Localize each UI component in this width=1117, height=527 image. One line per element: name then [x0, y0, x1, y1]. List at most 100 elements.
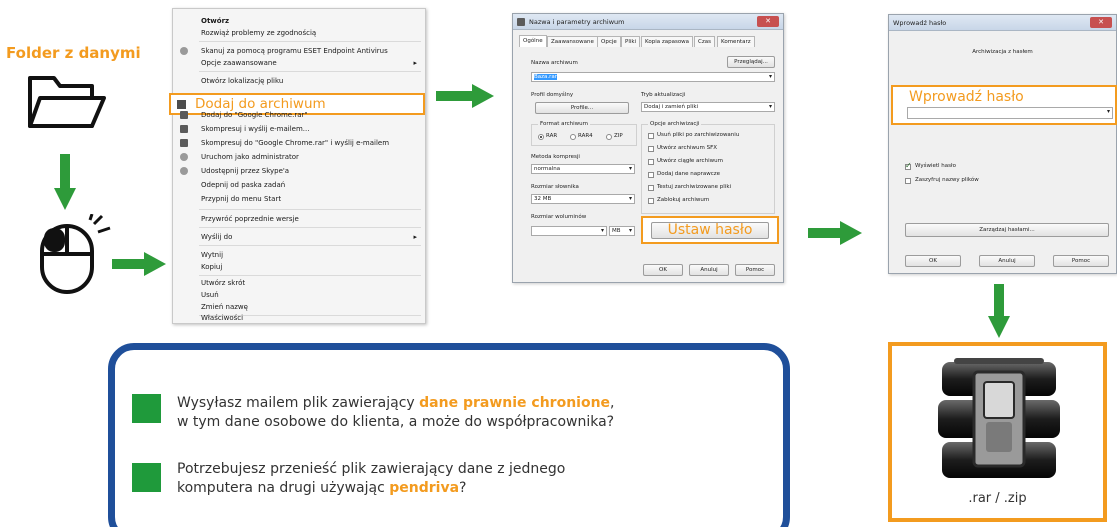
- tab-general[interactable]: Ogólne: [519, 35, 547, 47]
- ok-button[interactable]: OK: [643, 264, 683, 276]
- options-group: Opcje archiwizacji Usuń pliki po zarchiw…: [641, 121, 775, 214]
- menu-item-open-location[interactable]: Otwórz lokalizację pliku: [173, 75, 425, 87]
- arrow-down-icon: [54, 154, 76, 210]
- menu-item-send-to[interactable]: Wyślij do ▸: [173, 231, 425, 243]
- format-zip-radio[interactable]: [606, 134, 612, 140]
- format-rar4-radio[interactable]: [570, 134, 576, 140]
- profiles-button[interactable]: Profile...: [535, 102, 629, 114]
- menu-item-advanced-options[interactable]: Opcje zaawansowane ▸: [173, 57, 425, 69]
- archive-name-field[interactable]: Baza.rar: [531, 72, 775, 82]
- menu-item-unpin-taskbar[interactable]: Odepnij od paska zadań: [173, 179, 425, 191]
- tab-advanced[interactable]: Zaawansowane: [547, 36, 598, 47]
- menu-item-compress-rar-email[interactable]: Skompresuj do "Google Chrome.rar" i wyśl…: [173, 137, 425, 149]
- option-checkbox[interactable]: [648, 146, 654, 152]
- format-rar-radio[interactable]: [538, 134, 544, 140]
- encrypt-names-label: Zaszyfruj nazwy plików: [915, 177, 979, 183]
- archive-name-label: Nazwa archiwum: [531, 60, 578, 66]
- menu-item-troubleshoot[interactable]: Rozwiąż problemy ze zgodnością: [173, 27, 425, 39]
- ok-button[interactable]: OK: [905, 255, 961, 267]
- password-field-highlight: Wprowadź hasło: [891, 85, 1117, 125]
- menu-item-restore-versions[interactable]: Przywróć poprzednie wersje: [173, 213, 425, 225]
- help-button[interactable]: Pomoc: [1053, 255, 1109, 267]
- set-password-button[interactable]: Ustaw hasło: [651, 222, 769, 239]
- menu-item-compress-email[interactable]: Skompresuj i wyślij e-mailem...: [173, 123, 425, 135]
- check-icon: ✓: [905, 161, 912, 170]
- option-checkbox[interactable]: [648, 198, 654, 204]
- tab-time[interactable]: Czas: [694, 36, 715, 47]
- eset-icon: [180, 47, 188, 55]
- format-label: Format archiwum: [538, 121, 591, 127]
- option-checkbox[interactable]: [648, 159, 654, 165]
- browse-button[interactable]: Przeglądaj...: [727, 56, 775, 68]
- cancel-button[interactable]: Anuluj: [689, 264, 729, 276]
- menu-item-properties[interactable]: Właściwości: [173, 312, 425, 324]
- folder-icon: [28, 76, 106, 128]
- menu-item-label: Uruchom jako administrator: [201, 153, 299, 161]
- menu-item-label: Wyślij do: [201, 233, 233, 241]
- dialog-subtitle: Archiwizacja z hasłem: [972, 49, 1033, 55]
- skype-icon: [180, 167, 188, 175]
- bullet-marker: [132, 463, 161, 492]
- info-panel: Wysyłasz mailem plik zawierający dane pr…: [108, 343, 790, 527]
- tab-backup[interactable]: Kopia zapasowa: [641, 36, 694, 47]
- option-label: Testuj zarchiwizowane pliki: [657, 184, 732, 190]
- option-checkbox[interactable]: [648, 185, 654, 191]
- info-question-1: Wysyłasz mailem plik zawierający dane pr…: [177, 394, 737, 432]
- tab-comment[interactable]: Komentarz: [717, 36, 755, 47]
- submenu-arrow-icon: ▸: [413, 233, 417, 241]
- options-label: Opcje archiwizacji: [648, 121, 702, 127]
- winrar-icon: [177, 100, 186, 109]
- winrar-archive-icon: [938, 358, 1060, 478]
- dialog-title: Nazwa i parametry archiwum: [529, 18, 625, 26]
- show-password-label: Wyświetl hasło: [915, 163, 956, 169]
- format-rar4-label: RAR4: [578, 133, 593, 139]
- format-zip-label: ZIP: [614, 133, 623, 139]
- dialog-titlebar: Nazwa i parametry archiwum ✕: [513, 14, 783, 30]
- default-profile-label: Profil domyślny: [531, 92, 574, 98]
- folder-title: Folder z danymi: [6, 44, 141, 62]
- menu-item-label: Skompresuj i wyślij e-mailem...: [201, 125, 310, 133]
- dictionary-select[interactable]: 32 MB: [531, 194, 635, 204]
- compression-select[interactable]: normalna: [531, 164, 635, 174]
- volume-label: Rozmiar woluminów: [531, 214, 587, 220]
- close-icon[interactable]: ✕: [1090, 17, 1112, 28]
- menu-item-eset-scan[interactable]: Skanuj za pomocą programu ESET Endpoint …: [173, 45, 425, 57]
- option-checkbox[interactable]: [648, 133, 654, 139]
- volume-unit-select[interactable]: MB: [609, 226, 635, 236]
- cancel-button[interactable]: Anuluj: [979, 255, 1035, 267]
- dictionary-label: Rozmiar słownika: [531, 184, 579, 190]
- arrow-down-icon: [988, 284, 1010, 338]
- submenu-arrow-icon: ▸: [413, 59, 417, 67]
- option-label: Utwórz archiwum SFX: [657, 145, 718, 151]
- arrow-right-icon: [436, 84, 494, 108]
- tab-options[interactable]: Opcje: [597, 36, 621, 47]
- menu-item-run-as-admin[interactable]: Uruchom jako administrator: [173, 151, 425, 163]
- menu-item-open[interactable]: Otwórz: [173, 15, 425, 27]
- menu-item-add-to-rar[interactable]: Dodaj do "Google Chrome.rar": [173, 109, 425, 121]
- menu-item-pin-start[interactable]: Przypnij do menu Start: [173, 193, 425, 205]
- result-box: .rar / .zip: [888, 342, 1107, 522]
- help-button[interactable]: Pomoc: [735, 264, 775, 276]
- update-mode-label: Tryb aktualizacji: [641, 92, 686, 98]
- encrypt-names-checkbox[interactable]: [905, 178, 911, 184]
- option-label: Utwórz ciągłe archiwum: [657, 158, 723, 164]
- option-checkbox[interactable]: [648, 172, 654, 178]
- manage-passwords-button[interactable]: Zarządzaj hasłami...: [905, 223, 1109, 237]
- menu-item-create-shortcut[interactable]: Utwórz skrót: [173, 277, 425, 289]
- menu-item-label: Skompresuj do "Google Chrome.rar" i wyśl…: [201, 139, 390, 147]
- update-mode-select[interactable]: Dodaj i zamień pliki: [641, 102, 775, 112]
- dialog-title: Wprowadź hasło: [893, 19, 947, 27]
- volume-size-select[interactable]: [531, 226, 607, 236]
- tab-files[interactable]: Pliki: [621, 36, 641, 47]
- archive-name-value: Baza.rar: [534, 74, 558, 80]
- close-icon[interactable]: ✕: [757, 16, 779, 27]
- option-label: Zablokuj archiwum: [657, 197, 710, 203]
- password-input[interactable]: [907, 107, 1113, 119]
- menu-item-cut[interactable]: Wytnij: [173, 249, 425, 261]
- menu-item-delete[interactable]: Usuń: [173, 289, 425, 301]
- password-field-label: Wprowadź hasło: [909, 89, 1024, 105]
- menu-item-copy[interactable]: Kopiuj: [173, 261, 425, 273]
- menu-item-label: Skanuj za pomocą programu ESET Endpoint …: [201, 47, 388, 55]
- result-label: .rar / .zip: [968, 491, 1027, 506]
- menu-item-share-skype[interactable]: Udostępnij przez Skype'a: [173, 165, 425, 177]
